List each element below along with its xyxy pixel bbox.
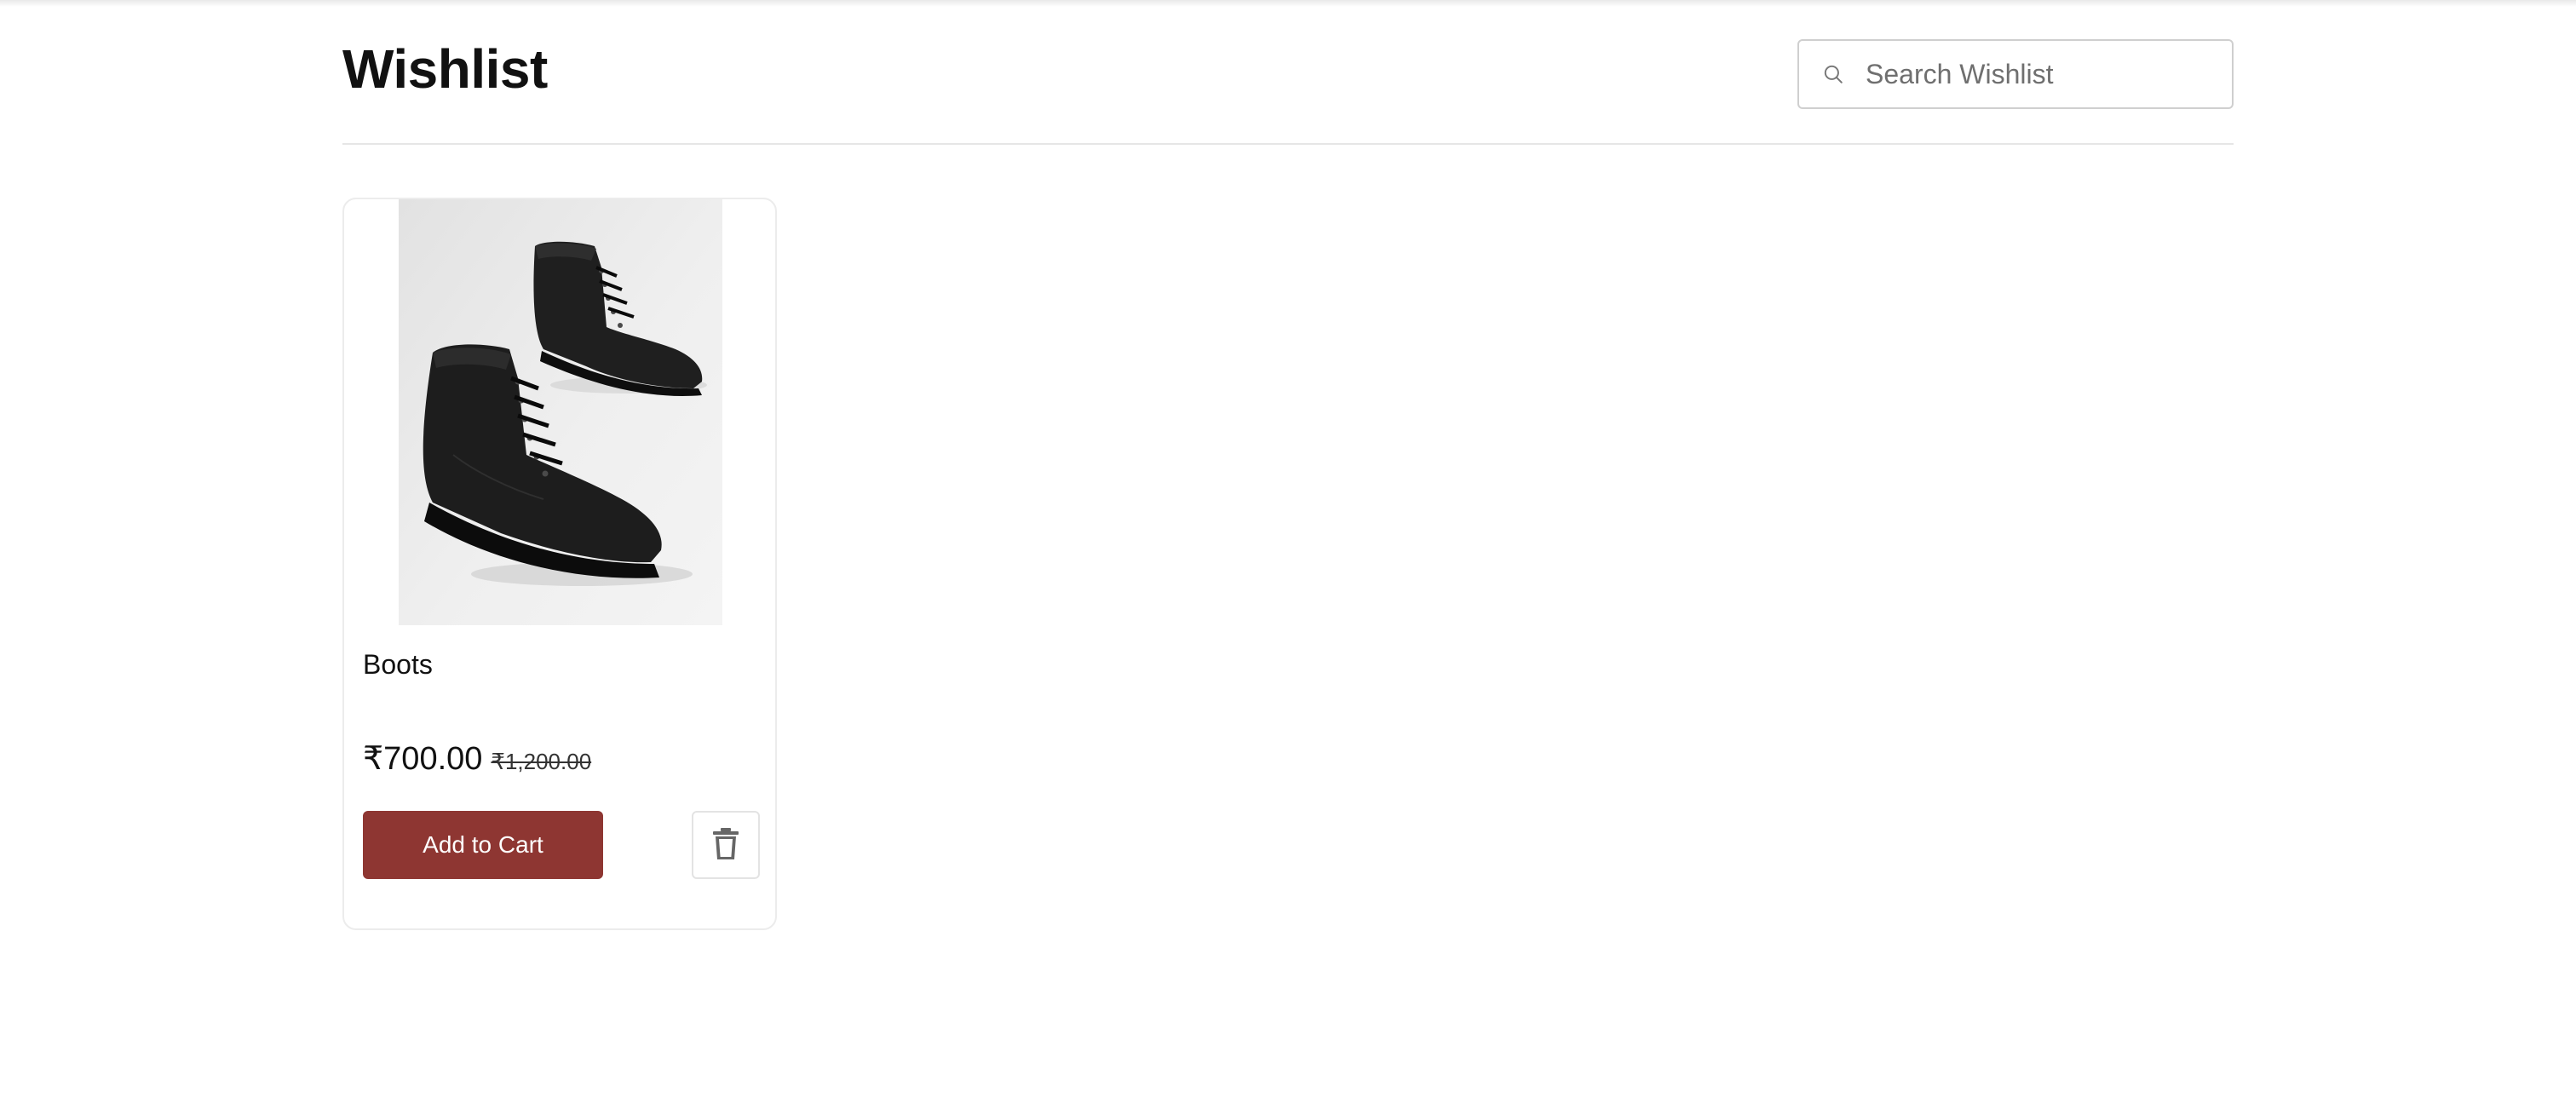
trash-icon <box>711 827 740 864</box>
sale-price: ₹700.00 <box>363 741 483 777</box>
wishlist-grid: Boots ₹700.00 ₹1,200.00 Add to Cart <box>342 198 777 930</box>
remove-from-wishlist-button[interactable] <box>692 811 760 879</box>
price-row: ₹700.00 ₹1,200.00 <box>363 739 591 778</box>
boots-image[interactable] <box>399 199 722 625</box>
search-input[interactable] <box>1866 58 2206 90</box>
product-card: Boots ₹700.00 ₹1,200.00 Add to Cart <box>342 198 777 930</box>
add-to-cart-button[interactable]: Add to Cart <box>363 811 603 879</box>
wishlist-page: Wishlist Search Wishlist Boots ₹700.00 ₹… <box>342 0 2234 930</box>
original-price: ₹1,200.00 <box>491 749 592 774</box>
search-icon <box>1821 62 1845 86</box>
page-title: Wishlist <box>342 38 548 100</box>
product-name[interactable]: Boots <box>363 649 433 681</box>
search-box[interactable] <box>1797 39 2234 109</box>
wishlist-header: Wishlist <box>342 0 2234 145</box>
